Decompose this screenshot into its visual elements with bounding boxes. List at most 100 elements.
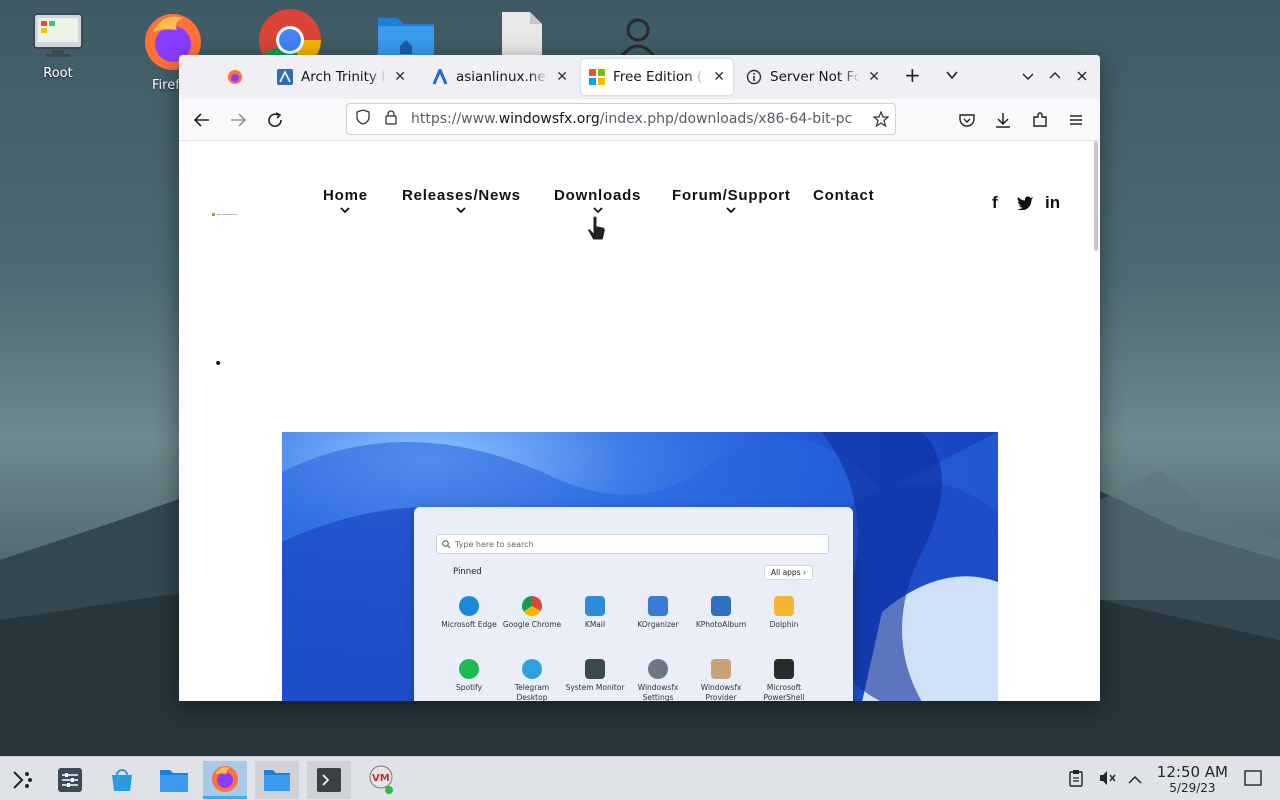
- photo-icon: [711, 596, 731, 616]
- forward-arrow-icon[interactable]: [227, 109, 249, 131]
- page-content: Home Releases/News Downloads Forum/Suppo…: [179, 141, 1100, 701]
- app-launcher-icon[interactable]: [0, 761, 44, 799]
- new-tab-icon[interactable]: +: [904, 63, 921, 87]
- url-bar[interactable]: https://www.windowsfx.org/index.php/down…: [346, 103, 896, 135]
- tab-title: asianlinux.net T: [456, 69, 549, 85]
- hand-cursor-icon: [587, 215, 607, 242]
- close-window-icon[interactable]: [1076, 67, 1088, 86]
- menu-label: Releases/News: [402, 187, 521, 204]
- user-icon[interactable]: [618, 16, 658, 57]
- list-tabs-chevron-icon[interactable]: [945, 67, 959, 86]
- pinned-app: System Monitor: [564, 659, 626, 693]
- discover-store-icon[interactable]: [100, 761, 144, 799]
- app-label: Microsoft Edge: [441, 620, 497, 629]
- asianlinux-icon: [432, 66, 448, 85]
- lock-icon[interactable]: [383, 109, 399, 129]
- pinned-app: KOrganizer: [627, 596, 689, 630]
- app-label: Windowsfx Provider: [700, 683, 742, 701]
- app-label: Spotify: [455, 683, 483, 692]
- app-label: Dolphin: [769, 620, 799, 629]
- taskbar: VM 12:50 AM 5/29/23: [0, 756, 1280, 800]
- firefox-icon: [227, 69, 243, 85]
- tab-title: Server Not Foun: [770, 69, 861, 85]
- extensions-icon[interactable]: [1029, 109, 1051, 131]
- minimize-icon[interactable]: [1022, 67, 1034, 86]
- close-icon[interactable]: ✕: [868, 69, 880, 85]
- reload-icon[interactable]: [264, 109, 286, 131]
- app-label: Windowsfx Settings: [637, 683, 679, 701]
- clipboard-icon[interactable]: [1068, 769, 1084, 791]
- spotify-icon: [459, 659, 479, 679]
- tab-arch-trinity[interactable]: Arch Trinity Rep ✕: [269, 59, 414, 95]
- linkedin-icon[interactable]: in: [1045, 193, 1060, 213]
- menu-forum-support[interactable]: Forum/Support: [672, 187, 791, 217]
- page-scrollbar[interactable]: [1094, 141, 1098, 251]
- all-apps-label: All apps: [770, 568, 801, 577]
- bookmark-star-icon[interactable]: [872, 110, 890, 131]
- shield-icon[interactable]: [355, 109, 371, 129]
- pinned-label: Pinned: [453, 567, 482, 577]
- site-logo[interactable]: [212, 202, 238, 216]
- close-icon[interactable]: ✕: [394, 69, 406, 85]
- app-label: KPhotoAlbum: [695, 620, 747, 629]
- system-settings-icon[interactable]: [48, 761, 92, 799]
- firefox-taskbar-icon[interactable]: [203, 761, 247, 799]
- arch-trinity-icon: [277, 69, 293, 85]
- chevron-up-icon[interactable]: [1128, 771, 1142, 790]
- pinned-app: Windowsfx Provider: [690, 659, 752, 701]
- tab-server-not-found[interactable]: Server Not Foun ✕: [738, 59, 888, 95]
- pinned-app: Microsoft Edge: [438, 596, 500, 630]
- app-label: Microsoft PowerShell: [763, 683, 805, 701]
- facebook-icon[interactable]: f: [992, 193, 998, 213]
- svg-text:VM: VM: [372, 773, 390, 784]
- chrome-icon: [522, 596, 542, 616]
- computer-icon: [32, 12, 84, 60]
- file-manager-icon[interactable]: [152, 761, 196, 799]
- app-label: Google Chrome: [502, 620, 562, 629]
- menu-downloads[interactable]: Downloads: [554, 187, 641, 217]
- menu-contact[interactable]: Contact: [813, 187, 874, 204]
- tab-free-edition[interactable]: Free Edition (x8 ✕: [581, 59, 733, 95]
- tab-bar: Arch Trinity Rep ✕ asianlinux.net T ✕ Fr…: [179, 55, 1100, 99]
- pinned-app: Windowsfx Settings: [627, 659, 689, 701]
- pinned-app: Telegram Desktop: [501, 659, 563, 701]
- file-icon[interactable]: [500, 10, 544, 60]
- desktop-icon-root[interactable]: Root: [13, 12, 103, 81]
- terminal-icon: [774, 659, 794, 679]
- pocket-icon[interactable]: [956, 109, 978, 131]
- pinned-app: Google Chrome: [501, 596, 563, 630]
- close-icon[interactable]: ✕: [556, 69, 568, 85]
- downloads-icon[interactable]: [992, 109, 1014, 131]
- menu-label: Downloads: [554, 187, 642, 204]
- terminal-taskbar-icon[interactable]: [307, 761, 351, 799]
- back-arrow-icon[interactable]: [191, 109, 213, 131]
- pinned-app: Dolphin: [753, 596, 815, 630]
- chevron-down-icon: [402, 206, 521, 217]
- app-label: Telegram Desktop: [514, 683, 550, 701]
- tab-firefox[interactable]: [219, 59, 261, 95]
- app-label: KMail: [584, 620, 606, 629]
- pinned-app: KPhotoAlbum: [690, 596, 752, 630]
- menu-label: Contact: [813, 187, 875, 204]
- close-icon[interactable]: ✕: [713, 69, 725, 85]
- list-bullet: •: [214, 356, 223, 372]
- twitter-icon[interactable]: [1016, 195, 1034, 215]
- hamburger-menu-icon[interactable]: [1065, 109, 1087, 131]
- tab-title: Arch Trinity Rep: [301, 69, 387, 85]
- volume-muted-icon[interactable]: [1098, 769, 1116, 791]
- chevron-down-icon: [672, 206, 791, 217]
- pinned-app: Microsoft PowerShell: [753, 659, 815, 701]
- maximize-icon[interactable]: [1049, 67, 1061, 86]
- folder-taskbar-icon[interactable]: [255, 761, 299, 799]
- tab-asianlinux[interactable]: asianlinux.net T ✕: [424, 59, 576, 95]
- clock[interactable]: 12:50 AM 5/29/23: [1157, 763, 1228, 795]
- chevron-down-icon: [323, 206, 368, 217]
- url-path: /index.php/downloads/x86-64-bit-pc: [599, 111, 853, 127]
- url-prefix: https://www.: [411, 111, 499, 127]
- menu-releases-news[interactable]: Releases/News: [402, 187, 521, 217]
- clock-time: 12:50 AM: [1156, 763, 1228, 781]
- show-desktop-icon[interactable]: [1244, 770, 1262, 790]
- folder-icon: [774, 596, 794, 616]
- menu-home[interactable]: Home: [323, 187, 368, 217]
- vm-taskbar-icon[interactable]: VM: [359, 761, 403, 799]
